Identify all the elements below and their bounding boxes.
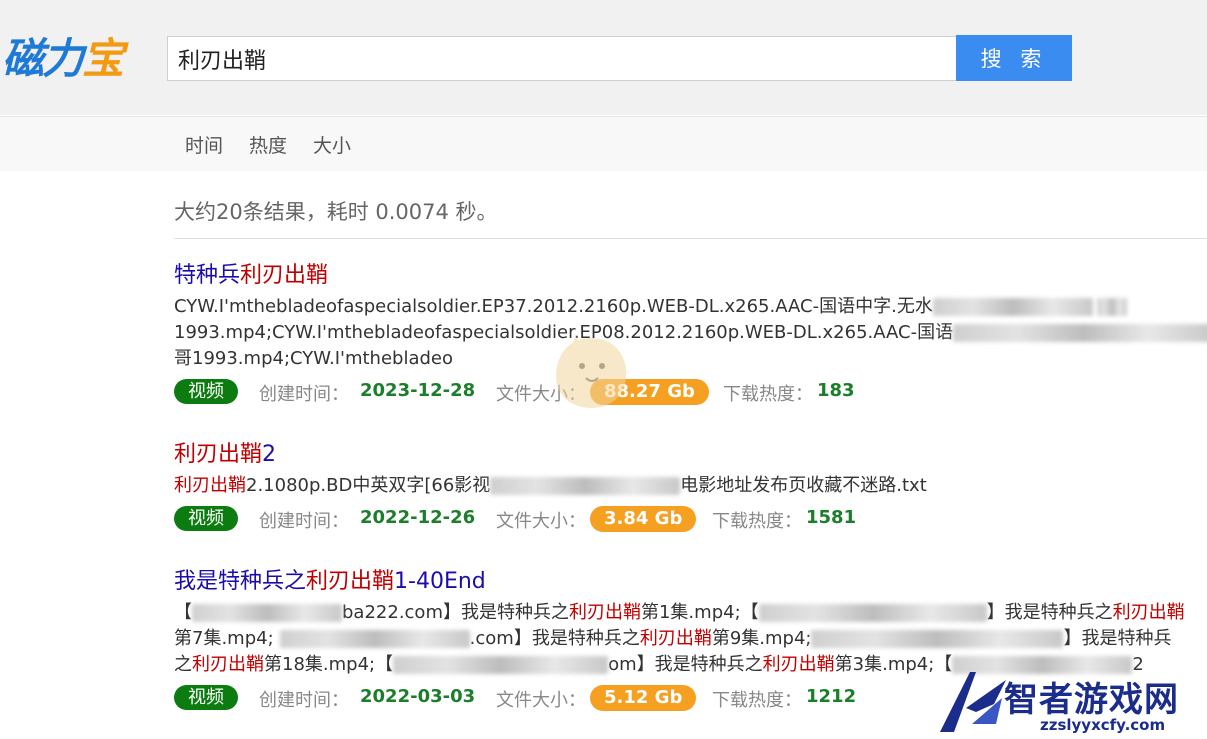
desc-text: 】我是特种兵 [1063, 628, 1172, 649]
created-label: 创建时间： [259, 511, 349, 532]
redacted-block [953, 324, 1207, 342]
result-title-link[interactable]: 我是特种兵之利刃出鞘1-40End [174, 567, 1207, 597]
type-badge: 视频 [174, 506, 238, 531]
desc-line: 利刃出鞘2.1080p.BD中英双字[66影视 电影地址发布页收藏不迷路.txt [174, 473, 1207, 499]
desc-highlight: 利刃出鞘 [174, 475, 246, 496]
result-meta: 视频 创建时间： 2023-12-28 文件大小： 88.27 Gb 下载热度：… [174, 378, 1207, 406]
title-highlight: 利刃出鞘 [306, 569, 395, 594]
redacted-block [192, 604, 342, 622]
result-item: 特种兵利刃出鞘 CYW.I'mthebladeofaspecialsoldier… [174, 261, 1207, 406]
result-description: CYW.I'mthebladeofaspecialsoldier.EP37.20… [174, 294, 1207, 372]
sort-by-popularity[interactable]: 热度 [249, 131, 287, 158]
hot-value: 1581 [806, 507, 857, 528]
desc-text: 第1集.mp4;【 [640, 602, 759, 623]
created-date: 2023-12-28 [360, 380, 476, 401]
title-highlight: 利刃出鞘 [174, 442, 263, 467]
desc-text: CYW.I'mthebladeofaspecialsoldier.EP37.20… [174, 296, 933, 317]
type-badge: 视频 [174, 685, 238, 710]
desc-text: 第18集.mp4;【 [264, 654, 394, 675]
desc-text: 第7集.mp4; [174, 628, 274, 649]
desc-line: 1993.mp4;CYW.I'mthebladeofaspecialsoldie… [174, 320, 1207, 346]
desc-text: om】我是特种兵之 [608, 654, 763, 675]
result-title-link[interactable]: 特种兵利刃出鞘 [174, 261, 1207, 291]
hot-label: 下载热度： [723, 384, 813, 405]
sort-by-time[interactable]: 时间 [185, 131, 223, 158]
title-text: 我是特种兵之 [174, 569, 307, 594]
result-stats: 大约20条结果，耗时 0.0074 秒。 [174, 200, 498, 224]
title-text: 2 [262, 442, 277, 467]
sort-by-size[interactable]: 大小 [313, 131, 351, 158]
size-value: 5.12 Gb [590, 685, 697, 711]
result-description: 利刃出鞘2.1080p.BD中英双字[66影视 电影地址发布页收藏不迷路.txt [174, 473, 1207, 499]
desc-line: 哥1993.mp4;CYW.I'mthebladeo [174, 348, 454, 369]
desc-text: 【 [174, 602, 192, 623]
desc-line: 【ba222.com】我是特种兵之利刃出鞘第1集.mp4;【 】我是特种兵之利刃出… [174, 600, 1207, 626]
size-label: 文件大小： [496, 511, 586, 532]
search-button[interactable]: 搜 索 [956, 35, 1072, 81]
result-meta: 视频 创建时间： 2022-12-26 文件大小： 3.84 Gb 下载热度： … [174, 505, 1207, 533]
redacted-block [279, 630, 470, 648]
title-text: 1-40End [394, 569, 486, 594]
search-input[interactable] [167, 36, 957, 81]
logo-char-2: 力 [42, 34, 84, 83]
desc-text: 电影地址发布页收藏不迷路.txt [680, 475, 927, 496]
desc-text: 第3集.mp4;【 [834, 654, 953, 675]
desc-text: 】我是特种兵之 [986, 602, 1113, 623]
size-label: 文件大小： [496, 690, 586, 711]
desc-line: 第7集.mp4; .com】我是特种兵之利刃出鞘第9集.mp4; 】我是特种兵 [174, 626, 1207, 652]
result-item: 利刃出鞘2 利刃出鞘2.1080p.BD中英双字[66影视 电影地址发布页收藏不迷… [174, 440, 1207, 533]
desc-highlight: 利刃出鞘 [192, 654, 264, 675]
type-badge: 视频 [174, 379, 238, 404]
created-label: 创建时间： [259, 690, 349, 711]
desc-highlight: 利刃出鞘 [568, 602, 641, 623]
watermark-url: zzslyyxcfy.com [1040, 716, 1166, 734]
site-logo[interactable]: 磁 力 宝 [2, 34, 124, 84]
desc-text: 2.1080p.BD中英双字[66影视 [246, 475, 491, 496]
result-title-link[interactable]: 利刃出鞘2 [174, 440, 1207, 470]
desc-line: CYW.I'mthebladeofaspecialsoldier.EP37.20… [174, 294, 1207, 320]
title-text: 特种兵 [174, 263, 241, 288]
created-date: 2022-03-03 [360, 686, 476, 707]
created-date: 2022-12-26 [360, 507, 476, 528]
redacted-block [758, 604, 987, 622]
redacted-block [932, 298, 1093, 316]
created-label: 创建时间： [259, 384, 349, 405]
redacted-block [490, 477, 681, 495]
watermark-logo-icon [940, 672, 1006, 732]
redacted-block [811, 630, 1064, 648]
sort-bar: 时间 热度 大小 [0, 116, 1207, 171]
desc-text: ba222.com】我是特种兵之 [342, 602, 569, 623]
header-bar: 磁 力 宝 搜 索 [0, 0, 1207, 115]
hot-value: 1212 [806, 686, 857, 707]
desc-highlight: 利刃出鞘 [639, 628, 712, 649]
desc-highlight: 利刃出鞘 [762, 654, 835, 675]
divider [174, 238, 1207, 239]
size-value: 3.84 Gb [590, 506, 697, 532]
title-highlight: 利刃出鞘 [240, 263, 329, 288]
logo-char-3: 宝 [82, 34, 124, 83]
mascot-icon [556, 336, 627, 408]
redacted-block [393, 656, 609, 674]
result-description: 【ba222.com】我是特种兵之利刃出鞘第1集.mp4;【 】我是特种兵之利刃出… [174, 600, 1207, 678]
hot-value: 183 [817, 380, 855, 401]
desc-text: 第9集.mp4; [711, 628, 812, 649]
watermark-text: 智者游戏网 [1004, 680, 1179, 720]
desc-text: 之 [174, 654, 192, 675]
desc-text: .com】我是特种兵之 [469, 628, 640, 649]
desc-highlight: 利刃出鞘 [1112, 602, 1185, 623]
redacted-block [1096, 298, 1127, 316]
hot-label: 下载热度： [712, 511, 802, 532]
hot-label: 下载热度： [712, 690, 802, 711]
logo-char-1: 磁 [2, 34, 44, 83]
